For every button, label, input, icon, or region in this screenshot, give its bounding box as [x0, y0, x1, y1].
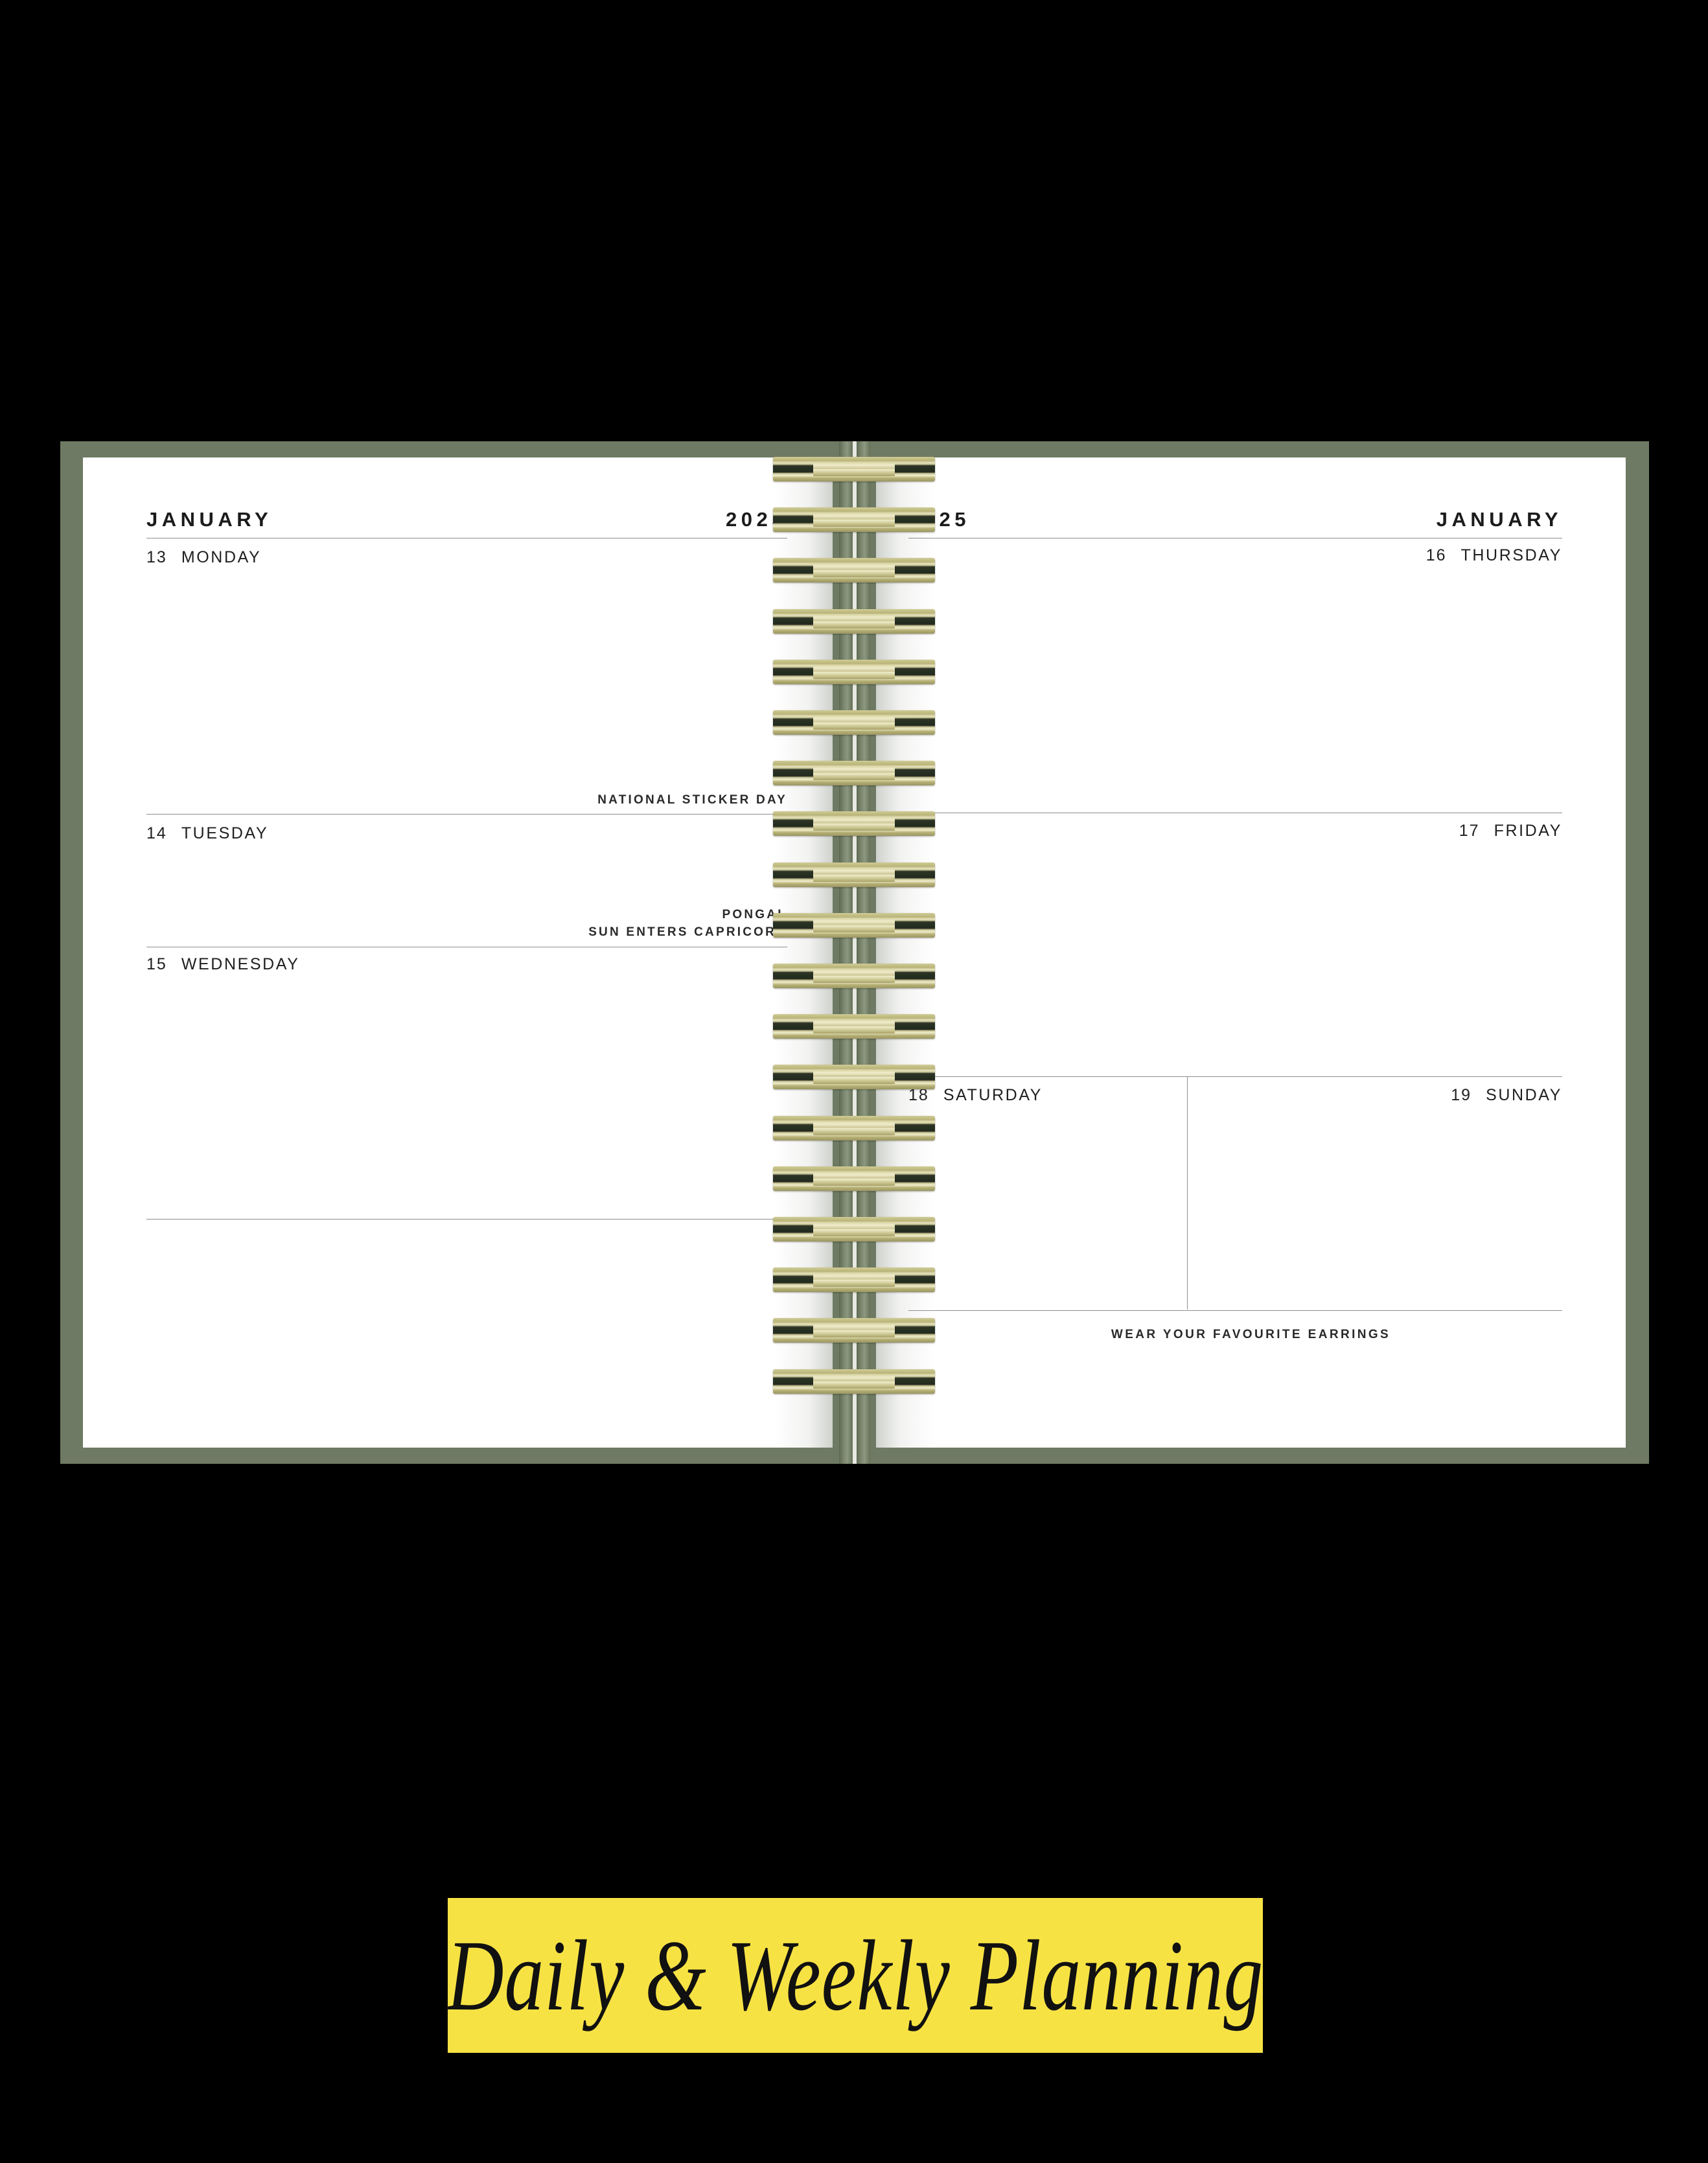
- spiral-notebook: JANUARY 2025 13 MONDAY NATIONAL STICKER D…: [60, 441, 1649, 1464]
- note-pongal: PONGAL: [722, 908, 787, 921]
- day-row-wednesday: 15 WEDNESDAY: [146, 955, 300, 974]
- day-number-13: 13: [146, 548, 167, 566]
- caption-banner: Daily & Weekly Planning: [446, 1898, 1264, 2053]
- weekend-divider: [1187, 1076, 1188, 1310]
- day-name-saturday: SATURDAY: [943, 1086, 1043, 1104]
- left-page-header: JANUARY 2025: [146, 508, 787, 531]
- day-name-wednesday: WEDNESDAY: [181, 955, 300, 973]
- day-row-thursday: 16 THURSDAY: [1426, 546, 1562, 565]
- day-name-tuesday: TUESDAY: [181, 824, 269, 842]
- day-row-saturday: 18 SATURDAY: [908, 1086, 1043, 1105]
- day-name-thursday: THURSDAY: [1460, 546, 1562, 564]
- day-number-15: 15: [146, 955, 167, 973]
- right-page-header: 2025 JANUARY: [908, 508, 1562, 531]
- day-number-17: 17: [1459, 822, 1480, 840]
- note-sun-enters-capricorn: SUN ENTERS CAPRICORN: [588, 925, 787, 939]
- caption-text: Daily & Weekly Planning: [446, 1919, 1264, 2031]
- left-page-sheet: JANUARY 2025 13 MONDAY NATIONAL STICKER D…: [83, 457, 833, 1448]
- header-month-left: JANUARY: [146, 508, 273, 531]
- day-rule-friday: [908, 1076, 1562, 1077]
- day-row-sunday: 19 SUNDAY: [1451, 1086, 1562, 1105]
- note-wear-your-favourite-earrings: WEAR YOUR FAVOURITE EARRINGS: [1111, 1328, 1391, 1341]
- day-number-16: 16: [1425, 546, 1447, 564]
- spine-band-left: [839, 441, 853, 1464]
- spine-band-right: [857, 441, 870, 1464]
- right-page: 2025 JANUARY 16 THURSDAY 17 FRIDAY 18 SATUR…: [876, 457, 1626, 1448]
- day-rule-monday: [146, 814, 787, 815]
- header-month-right: JANUARY: [1436, 508, 1562, 531]
- day-rule-wednesday: [146, 1219, 787, 1220]
- right-page-sheet: 2025 JANUARY 16 THURSDAY 17 FRIDAY 18 SATUR…: [876, 457, 1626, 1448]
- header-year-right: 2025: [908, 508, 970, 531]
- day-number-18: 18: [908, 1086, 929, 1104]
- day-name-monday: MONDAY: [181, 548, 262, 566]
- left-page: JANUARY 2025 13 MONDAY NATIONAL STICKER D…: [83, 457, 833, 1448]
- day-row-monday: 13 MONDAY: [146, 548, 261, 567]
- notebook-spine: [773, 441, 935, 1464]
- day-name-sunday: SUNDAY: [1486, 1086, 1562, 1104]
- note-national-sticker-day: NATIONAL STICKER DAY: [597, 793, 787, 807]
- day-row-friday: 17 FRIDAY: [1459, 822, 1562, 840]
- day-row-tuesday: 14 TUESDAY: [146, 824, 268, 843]
- day-name-friday: FRIDAY: [1494, 822, 1562, 840]
- day-number-14: 14: [146, 824, 167, 842]
- spine-center-gap: [853, 441, 857, 1464]
- day-number-19: 19: [1451, 1086, 1472, 1104]
- header-year-left: 2025: [726, 508, 787, 531]
- day-rule-weekend: [908, 1310, 1562, 1311]
